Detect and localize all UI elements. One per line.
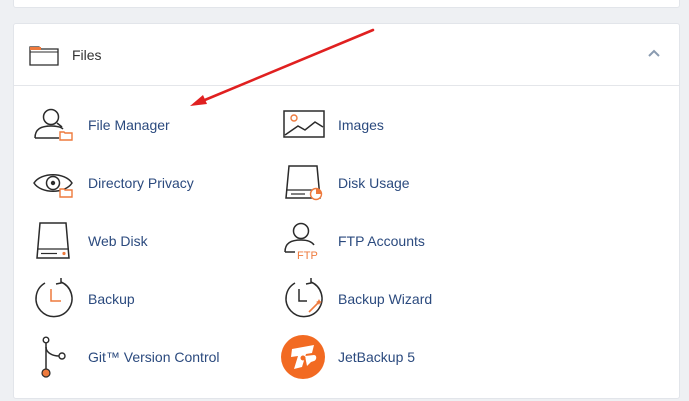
- files-section-card: Files File Manager Images Directory Priv…: [13, 23, 680, 399]
- web-disk-link[interactable]: Web Disk: [30, 218, 148, 264]
- file-manager-link[interactable]: File Manager: [30, 102, 170, 148]
- backup-wizard-link[interactable]: Backup Wizard: [280, 276, 432, 322]
- jetbackup-icon: [280, 334, 328, 380]
- directory-privacy-label: Directory Privacy: [88, 175, 194, 191]
- git-version-control-link[interactable]: Git™ Version Control: [30, 334, 220, 380]
- web-disk-label: Web Disk: [88, 233, 148, 249]
- backup-icon: [30, 276, 78, 322]
- disk-usage-label: Disk Usage: [338, 175, 410, 191]
- images-link[interactable]: Images: [280, 102, 384, 148]
- previous-section-card: [13, 0, 680, 8]
- ftp-badge-text: FTP: [297, 250, 318, 262]
- file-manager-icon: [30, 102, 78, 148]
- images-label: Images: [338, 117, 384, 133]
- ftp-accounts-label: FTP Accounts: [338, 233, 425, 249]
- ftp-accounts-link[interactable]: FTP FTP Accounts: [280, 218, 425, 264]
- backup-label: Backup: [88, 291, 135, 307]
- files-section-header[interactable]: Files: [14, 24, 679, 86]
- disk-usage-icon: [280, 160, 328, 206]
- folder-icon: [29, 45, 59, 66]
- git-icon: [30, 334, 78, 380]
- backup-link[interactable]: Backup: [30, 276, 135, 322]
- backup-wizard-label: Backup Wizard: [338, 291, 433, 307]
- images-icon: [280, 102, 328, 148]
- chevron-up-icon[interactable]: [647, 48, 661, 58]
- git-version-control-label: Git™ Version Control: [88, 349, 220, 365]
- disk-usage-link[interactable]: Disk Usage: [280, 160, 410, 206]
- jetbackup-label: JetBackup 5: [338, 349, 416, 365]
- ftp-accounts-icon: FTP: [280, 218, 328, 264]
- file-manager-label: File Manager: [88, 117, 170, 133]
- jetbackup-link[interactable]: JetBackup 5: [280, 334, 415, 380]
- directory-privacy-link[interactable]: Directory Privacy: [30, 160, 194, 206]
- web-disk-icon: [30, 218, 78, 264]
- backup-wizard-icon: [280, 276, 328, 322]
- section-title: Files: [72, 46, 102, 63]
- directory-privacy-icon: [30, 160, 78, 206]
